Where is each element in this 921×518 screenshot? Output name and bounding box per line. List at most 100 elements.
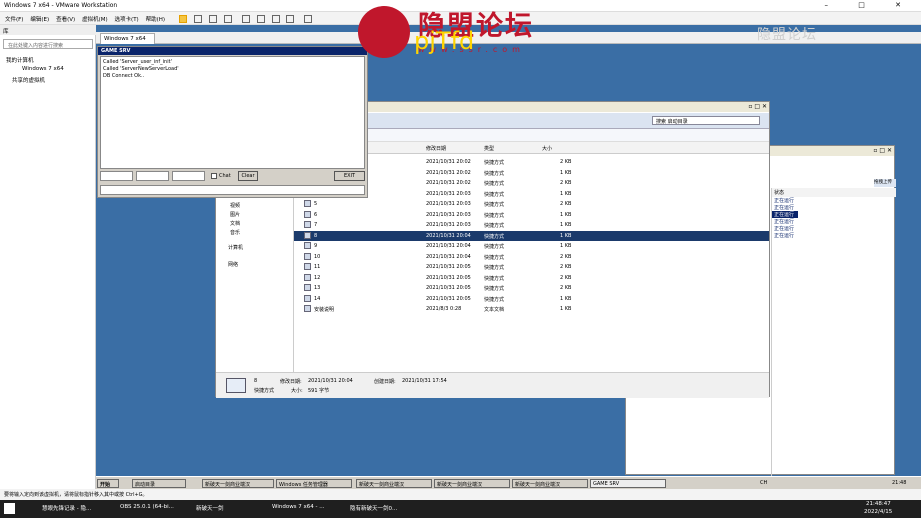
file-row[interactable]: 12 2021/10/31 20:05 快捷方式 2 KB <box>294 273 769 283</box>
clear-button[interactable]: Clear <box>238 171 258 181</box>
server-field-1[interactable] <box>100 171 133 181</box>
file-size: 2 KB <box>560 264 572 270</box>
column-size[interactable]: 大小 <box>542 145 552 152</box>
file-row[interactable]: 9 2021/10/31 20:04 快捷方式 1 KB <box>294 241 769 251</box>
file-type: 文本文档 <box>484 307 505 313</box>
minimize-button[interactable]: – <box>825 1 843 9</box>
taskbar-item[interactable]: 新破天一剑商业端汉 <box>434 479 510 488</box>
corner-watermark: 隐盟论坛 <box>757 27 817 43</box>
taskbar-item[interactable]: GAME SRV <box>590 479 666 488</box>
host-taskbar-item[interactable]: 隐有新破天一剑0... <box>350 504 397 512</box>
view-thumbnail-icon[interactable] <box>256 15 265 23</box>
file-row[interactable]: 6 2021/10/31 20:03 快捷方式 1 KB <box>294 210 769 220</box>
file-date: 2021/10/31 20:05 <box>426 295 471 302</box>
library-search-input[interactable]: 在此处键入内容进行搜索 <box>3 39 93 49</box>
file-row[interactable]: 7 2021/10/31 20:03 快捷方式 1 KB <box>294 220 769 230</box>
menu-vm[interactable]: 虚拟机(M) <box>82 15 108 23</box>
file-date: 2021/10/31 20:04 <box>426 243 471 249</box>
command-input[interactable] <box>100 185 365 195</box>
manage-icon[interactable] <box>223 15 232 23</box>
file-row[interactable]: 11 2021/10/31 20:05 快捷方式 2 KB <box>294 262 769 272</box>
unity-icon[interactable] <box>286 15 295 23</box>
menu-file[interactable]: 文件(F) <box>5 15 23 23</box>
file-name: 9 <box>314 243 318 249</box>
nav-videos[interactable]: 视频 <box>230 202 240 209</box>
windows-start-icon[interactable] <box>4 503 15 514</box>
maximize-button[interactable]: □ <box>858 1 879 9</box>
taskbar-item[interactable]: Windows 任务管理器 <box>276 479 352 488</box>
shortcut-icon <box>304 305 311 312</box>
nav-network[interactable]: 网络 <box>228 261 238 268</box>
explorer-search-input[interactable]: 搜索 启动目录 <box>652 116 760 125</box>
restore-icon[interactable] <box>208 15 217 23</box>
file-row[interactable]: 安装说明 2021/8/3 0:28 文本文档 1 KB <box>294 304 769 314</box>
taskbar-item[interactable]: 新破天一剑商业端汉 <box>512 479 588 488</box>
menu-help[interactable]: 帮助(H) <box>146 15 165 23</box>
detail-size: 591 字节 <box>308 388 330 394</box>
file-row[interactable]: 13 2021/10/31 20:05 快捷方式 2 KB <box>294 283 769 293</box>
window-controls[interactable]: – □ ✕ <box>825 1 915 9</box>
status-item: 正在运行 <box>774 233 795 239</box>
shortcut-icon <box>304 221 311 228</box>
close-button[interactable]: ✕ <box>895 1 915 9</box>
nav-computer[interactable]: 计算机 <box>228 244 243 251</box>
taskbar-item[interactable]: 启动目录 <box>132 479 186 488</box>
detail-size-label: 大小: <box>291 388 303 394</box>
tree-my-computer[interactable]: 我的计算机 <box>6 56 34 64</box>
file-row[interactable]: 8 2021/10/31 20:04 快捷方式 1 KB <box>294 230 769 241</box>
file-name: 8 <box>314 232 318 239</box>
file-size: 1 KB <box>560 211 572 218</box>
taskbar-item[interactable]: 新破天一剑商业端汉 <box>356 479 432 488</box>
start-button[interactable]: 开始 <box>97 479 119 488</box>
server-field-2[interactable] <box>136 171 169 181</box>
fullscreen-icon[interactable] <box>271 15 280 23</box>
shortcut-icon <box>304 294 311 302</box>
tree-vm-win7[interactable]: Windows 7 x64 <box>22 66 64 72</box>
language-indicator[interactable]: CH <box>760 480 767 486</box>
explorer-controls[interactable]: ▫ □ ✕ <box>748 103 767 110</box>
host-taskbar-item[interactable]: OBS 25.0.1 (64-bi... <box>120 504 174 510</box>
status-item: 正在运行 <box>774 198 795 204</box>
details-pane: 8 快捷方式 修改日期: 2021/10/31 20:04 大小: 591 字节… <box>216 372 769 398</box>
pause-icon[interactable] <box>178 15 187 23</box>
menu-edit[interactable]: 编辑(E) <box>30 15 49 23</box>
snapshot-icon[interactable] <box>193 15 202 23</box>
tab-windows7[interactable]: Windows 7 x64 <box>100 33 155 44</box>
nav-pictures[interactable]: 图片 <box>230 211 240 218</box>
file-date: 2021/10/31 20:05 <box>426 285 471 291</box>
host-taskbar-item[interactable]: 新破天一剑 <box>196 504 224 512</box>
upload-label[interactable]: 拖拽上传 <box>874 179 896 187</box>
file-row[interactable]: 5 2021/10/31 20:03 快捷方式 2 KB <box>294 199 769 209</box>
column-type[interactable]: 类型 <box>484 145 494 152</box>
menu-tabs[interactable]: 选项卡(T) <box>115 15 139 23</box>
chat-checkbox[interactable] <box>211 173 217 179</box>
task-manager-controls[interactable]: ▫ □ ✕ <box>873 147 892 154</box>
nav-documents[interactable]: 文档 <box>230 220 240 227</box>
game-server-window[interactable]: GAME SRV Called 'Server_user_inf_init' C… <box>97 46 368 198</box>
nav-music[interactable]: 音乐 <box>230 229 240 236</box>
detail-modified-label: 修改日期: <box>280 379 302 385</box>
file-type: 快捷方式 <box>484 275 505 282</box>
file-name: 7 <box>314 222 318 228</box>
tree-shared-vms[interactable]: 共享的虚拟机 <box>12 76 45 84</box>
shortcut-icon <box>304 242 311 249</box>
shortcut-icon <box>304 210 311 218</box>
taskbar-item[interactable]: 新破天一剑商业端汉 <box>202 479 274 488</box>
file-name: 10 <box>314 253 321 260</box>
host-taskbar-item[interactable]: 慧眼先锋记录 - 隐... <box>42 504 91 512</box>
view-sidebar-icon[interactable] <box>241 15 250 23</box>
detail-created-label: 创建日期: <box>374 379 396 385</box>
file-name: 13 <box>314 285 321 291</box>
file-row[interactable]: 10 2021/10/31 20:04 快捷方式 2 KB <box>294 252 769 262</box>
server-field-3[interactable] <box>172 171 205 181</box>
file-size: 1 KB <box>560 243 572 249</box>
column-date[interactable]: 修改日期 <box>426 145 446 152</box>
file-type: 快捷方式 <box>484 202 505 208</box>
host-taskbar-item[interactable]: Windows 7 x64 - ... <box>272 504 325 510</box>
file-date: 2021/10/31 20:03 <box>426 190 471 197</box>
exit-button[interactable]: EXIT <box>334 171 365 181</box>
menu-view[interactable]: 查看(V) <box>56 15 75 23</box>
console-icon[interactable] <box>304 15 313 23</box>
file-row[interactable]: 14 2021/10/31 20:05 快捷方式 1 KB <box>294 294 769 304</box>
file-type: 快捷方式 <box>484 254 505 261</box>
